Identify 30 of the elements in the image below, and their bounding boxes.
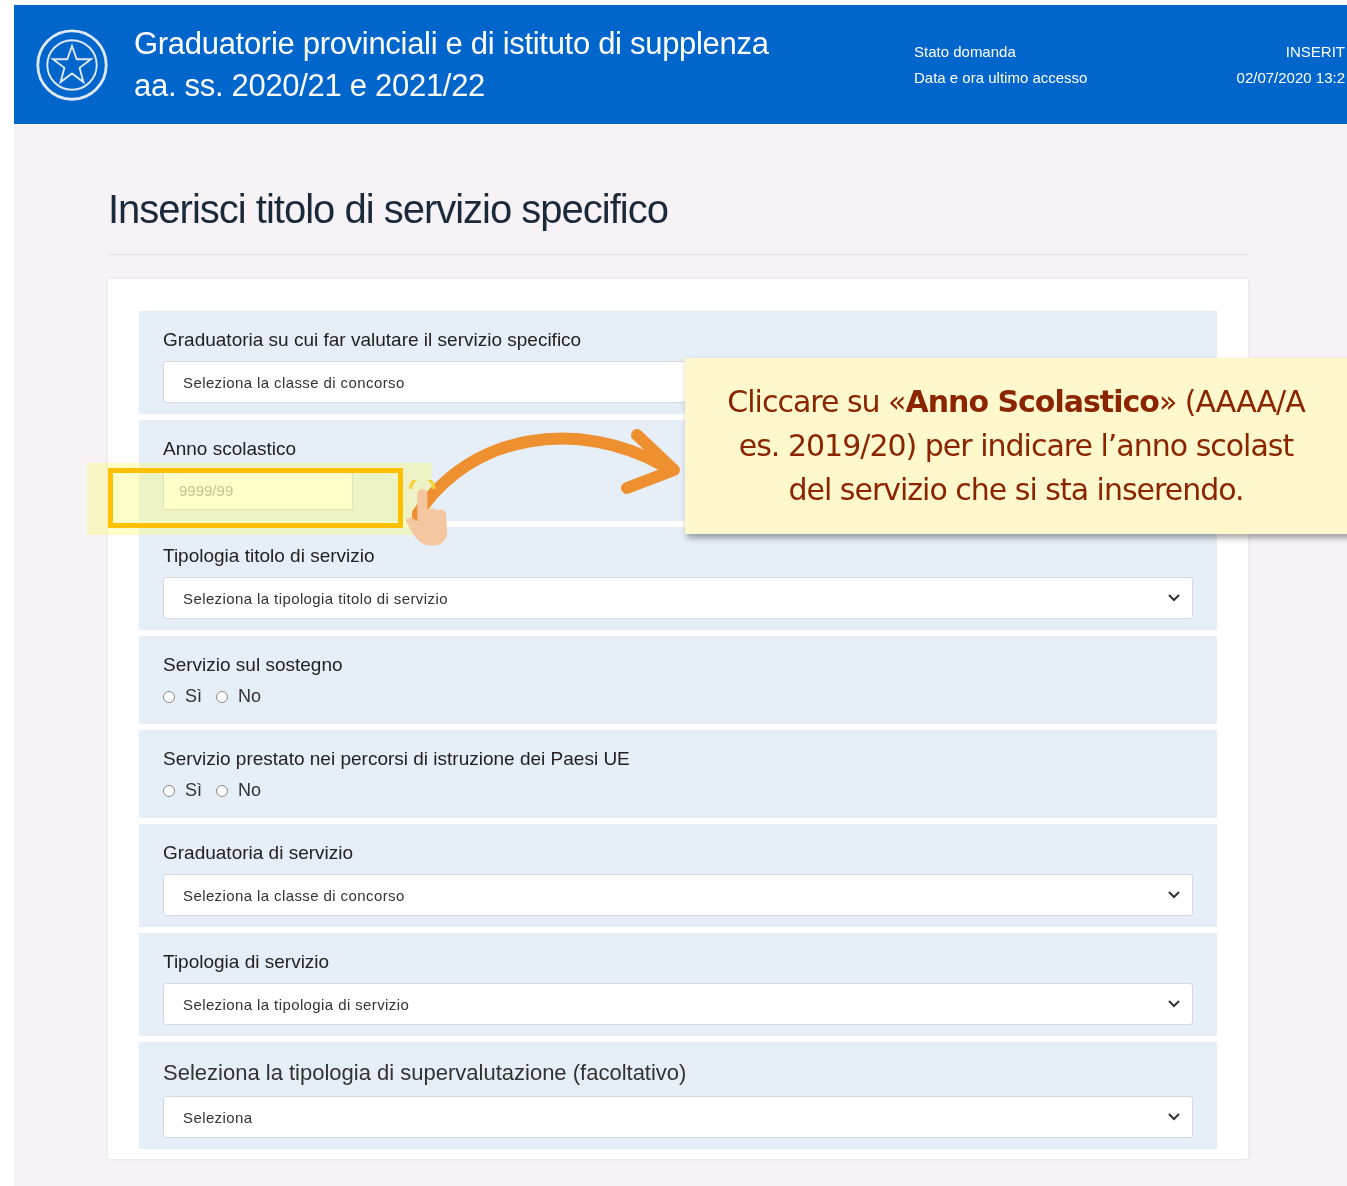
select-field[interactable]: Seleziona [163, 1096, 1193, 1138]
field-label: Servizio prestato nei percorsi di istruzione dei Paesi UE [163, 748, 630, 770]
field-label: Seleziona la tipologia di supervalutazione (facoltativo) [163, 1060, 687, 1086]
site-title: Graduatorie provinciali e di istituto di supplenza [134, 24, 770, 63]
info-label: Stato domanda [914, 43, 1016, 60]
field-label: Tipologia di servizio [163, 951, 330, 973]
select-field[interactable]: Seleziona la tipologia di servizio [163, 983, 1193, 1025]
chevron-icon [1168, 1113, 1180, 1121]
field-label: Graduatoria su cui far valutare il servizio specifico [163, 329, 582, 351]
select-field[interactable]: Seleziona la tipologia titolo di servizio [163, 577, 1193, 619]
emblem-icon [34, 26, 110, 103]
site-title: aa. ss. 2020/21 e 2021/22 [134, 66, 486, 105]
field-label: Graduatoria di servizio [163, 842, 354, 864]
field-label: Servizio sul sostegno [163, 654, 343, 676]
page-title: Inserisci titolo di servizio specifico [108, 186, 669, 233]
chevron-icon [1168, 1000, 1180, 1008]
radio-option[interactable]: No [216, 686, 262, 707]
callout-tooltip: Cliccare su «Anno Scolastico» (AAAA/A es. 2019/20) per indicare l’anno scolast del servizio che si sta inserendo. [685, 358, 1347, 534]
input-field[interactable]: 9999/99 [163, 470, 353, 510]
radio-option[interactable]: Sì [163, 686, 202, 707]
chevron-icon [1168, 594, 1180, 602]
radio-option[interactable]: No [216, 780, 262, 801]
field-label: Anno scolastico [163, 438, 297, 460]
select-field[interactable]: Seleziona la classe di concorso [163, 874, 1193, 916]
info-label: Data e ora ultimo accesso [914, 69, 1088, 86]
radio-option[interactable]: Sì [163, 780, 202, 801]
info-value: 02/07/2020 13:2 [1236, 69, 1345, 86]
chevron-icon [1168, 891, 1180, 899]
info-value: INSERIT [1285, 43, 1345, 60]
field-label: Tipologia titolo di servizio [163, 545, 375, 567]
